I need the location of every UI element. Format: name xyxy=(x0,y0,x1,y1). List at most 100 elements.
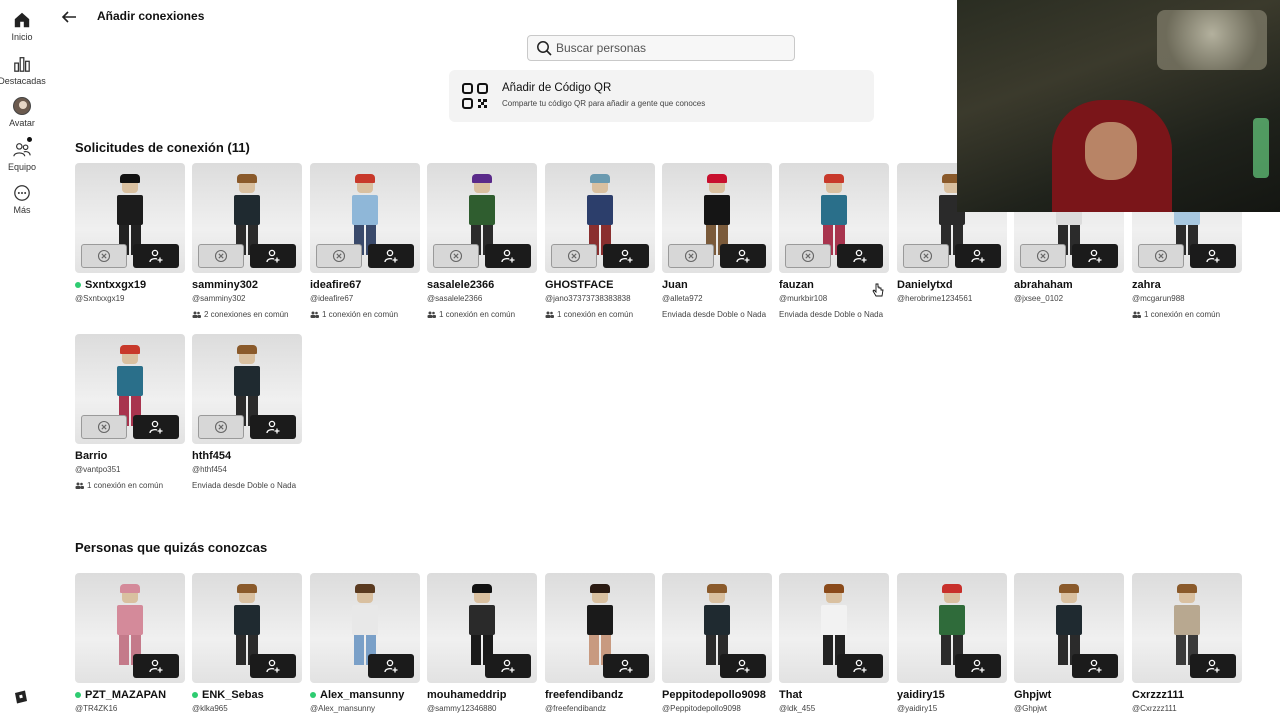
avatar-thumbnail[interactable] xyxy=(75,334,185,444)
username[interactable]: Peppitodepollo9098 xyxy=(662,689,772,701)
accept-connection-button[interactable] xyxy=(1072,244,1118,268)
back-arrow-icon[interactable] xyxy=(60,8,78,26)
display-name[interactable]: Peppitodepollo9098 xyxy=(662,689,766,701)
avatar-thumbnail[interactable] xyxy=(192,163,302,273)
decline-request-button[interactable] xyxy=(316,244,362,268)
accept-connection-button[interactable] xyxy=(837,654,883,678)
accept-connection-button[interactable] xyxy=(603,244,649,268)
username[interactable]: That xyxy=(779,689,889,701)
avatar-thumbnail[interactable] xyxy=(310,163,420,273)
avatar-thumbnail[interactable] xyxy=(1132,573,1242,683)
display-name[interactable]: hthf454 xyxy=(192,450,231,462)
avatar-thumbnail[interactable] xyxy=(1014,573,1124,683)
accept-connection-button[interactable] xyxy=(368,654,414,678)
display-name[interactable]: Sxntxxgx19 xyxy=(85,279,146,291)
accept-connection-button[interactable] xyxy=(1190,654,1236,678)
decline-request-button[interactable] xyxy=(551,244,597,268)
accept-connection-button[interactable] xyxy=(485,244,531,268)
username[interactable]: samminy302 xyxy=(192,279,302,291)
display-name[interactable]: Cxrzzz111 xyxy=(1132,689,1184,701)
display-name[interactable]: Juan xyxy=(662,279,688,291)
display-name[interactable]: samminy302 xyxy=(192,279,258,291)
sidebar-item-inicio[interactable]: Inicio xyxy=(0,11,44,42)
avatar-thumbnail[interactable] xyxy=(75,163,185,273)
display-name[interactable]: ideafire67 xyxy=(310,279,361,291)
decline-request-button[interactable] xyxy=(433,244,479,268)
username[interactable]: sasalele2366 xyxy=(427,279,537,291)
decline-request-button[interactable] xyxy=(198,244,244,268)
accept-connection-button[interactable] xyxy=(133,244,179,268)
username[interactable]: Ghpjwt xyxy=(1014,689,1124,701)
decline-request-button[interactable] xyxy=(668,244,714,268)
username[interactable]: Alex_mansunny xyxy=(310,689,420,701)
accept-connection-button[interactable] xyxy=(603,654,649,678)
avatar-thumbnail[interactable] xyxy=(545,573,655,683)
avatar-thumbnail[interactable] xyxy=(427,573,537,683)
username[interactable]: zahra xyxy=(1132,279,1242,291)
accept-connection-button[interactable] xyxy=(720,654,766,678)
display-name[interactable]: zahra xyxy=(1132,279,1161,291)
accept-connection-button[interactable] xyxy=(1190,244,1236,268)
accept-connection-button[interactable] xyxy=(250,654,296,678)
decline-request-button[interactable] xyxy=(81,415,127,439)
decline-request-button[interactable] xyxy=(785,244,831,268)
username[interactable]: hthf454 xyxy=(192,450,302,462)
accept-connection-button[interactable] xyxy=(955,244,1001,268)
username[interactable]: Juan xyxy=(662,279,772,291)
display-name[interactable]: abrahaham xyxy=(1014,279,1073,291)
username[interactable]: abrahaham xyxy=(1014,279,1124,291)
accept-connection-button[interactable] xyxy=(485,654,531,678)
accept-connection-button[interactable] xyxy=(1072,654,1118,678)
display-name[interactable]: Ghpjwt xyxy=(1014,689,1051,701)
display-name[interactable]: fauzan xyxy=(779,279,814,291)
search-box[interactable] xyxy=(527,35,795,61)
username[interactable]: Barrio xyxy=(75,450,185,462)
avatar-thumbnail[interactable] xyxy=(310,573,420,683)
accept-connection-button[interactable] xyxy=(133,654,179,678)
avatar-thumbnail[interactable] xyxy=(75,573,185,683)
accept-connection-button[interactable] xyxy=(368,244,414,268)
username[interactable]: Sxntxxgx19 xyxy=(75,279,185,291)
username[interactable]: ENK_Sebas xyxy=(192,689,302,701)
avatar-thumbnail[interactable] xyxy=(779,573,889,683)
avatar-thumbnail[interactable] xyxy=(427,163,537,273)
avatar-thumbnail[interactable] xyxy=(192,573,302,683)
display-name[interactable]: Alex_mansunny xyxy=(320,689,404,701)
display-name[interactable]: yaidiry15 xyxy=(897,689,945,701)
avatar-thumbnail[interactable] xyxy=(779,163,889,273)
display-name[interactable]: Barrio xyxy=(75,450,107,462)
sidebar-item-avatar[interactable]: Avatar xyxy=(0,97,44,128)
avatar-thumbnail[interactable] xyxy=(897,573,1007,683)
sidebar-item-equipo[interactable]: Equipo xyxy=(0,141,44,172)
sidebar-item-mas[interactable]: Más xyxy=(0,184,44,215)
display-name[interactable]: Danielytxd xyxy=(897,279,953,291)
decline-request-button[interactable] xyxy=(1020,244,1066,268)
username[interactable]: Cxrzzz111 xyxy=(1132,689,1242,701)
accept-connection-button[interactable] xyxy=(133,415,179,439)
username[interactable]: GHOSTFACE xyxy=(545,279,655,291)
accept-connection-button[interactable] xyxy=(250,244,296,268)
username[interactable]: mouhameddrip xyxy=(427,689,537,701)
avatar-thumbnail[interactable] xyxy=(662,573,772,683)
username[interactable]: Danielytxd xyxy=(897,279,1007,291)
username[interactable]: yaidiry15 xyxy=(897,689,1007,701)
sidebar-item-destacadas[interactable]: Destacadas xyxy=(0,55,46,86)
accept-connection-button[interactable] xyxy=(955,654,1001,678)
decline-request-button[interactable] xyxy=(1138,244,1184,268)
search-input[interactable] xyxy=(556,41,776,55)
username[interactable]: PZT_MAZAPAN xyxy=(75,689,185,701)
display-name[interactable]: freefendibandz xyxy=(545,689,623,701)
display-name[interactable]: mouhameddrip xyxy=(427,689,506,701)
display-name[interactable]: sasalele2366 xyxy=(427,279,494,291)
decline-request-button[interactable] xyxy=(198,415,244,439)
accept-connection-button[interactable] xyxy=(837,244,883,268)
decline-request-button[interactable] xyxy=(81,244,127,268)
accept-connection-button[interactable] xyxy=(720,244,766,268)
avatar-thumbnail[interactable] xyxy=(545,163,655,273)
display-name[interactable]: PZT_MAZAPAN xyxy=(85,689,166,701)
avatar-thumbnail[interactable] xyxy=(192,334,302,444)
username[interactable]: freefendibandz xyxy=(545,689,655,701)
accept-connection-button[interactable] xyxy=(250,415,296,439)
username[interactable]: ideafire67 xyxy=(310,279,420,291)
display-name[interactable]: GHOSTFACE xyxy=(545,279,613,291)
